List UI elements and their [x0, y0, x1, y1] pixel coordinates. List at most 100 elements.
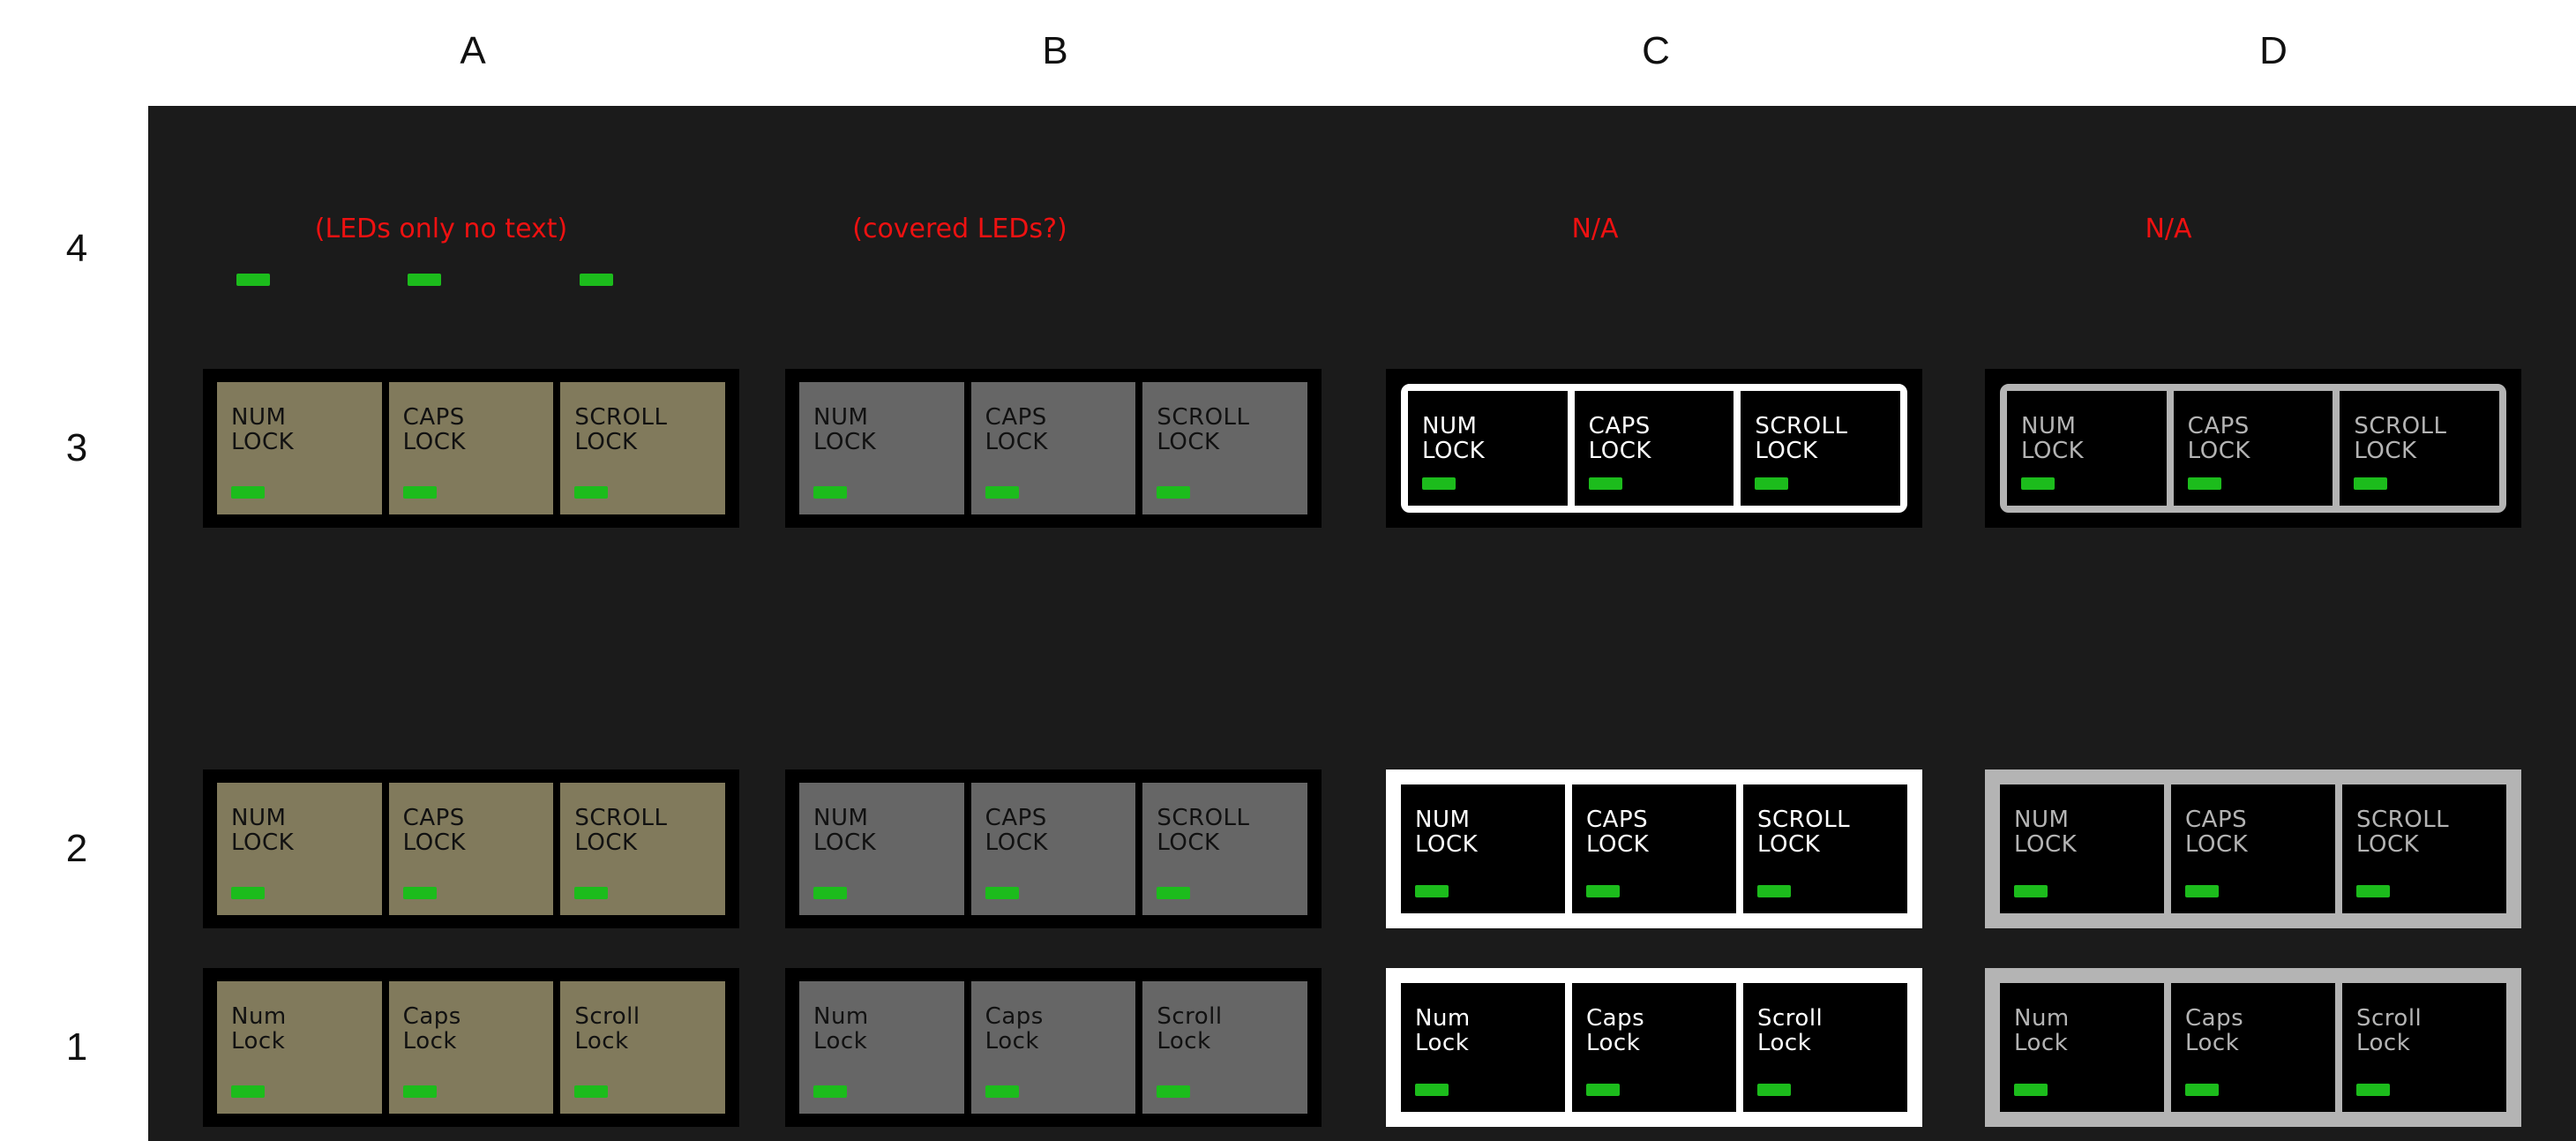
num-lock-label: NUM LOCK: [2021, 413, 2085, 464]
led-indicator: [1755, 477, 1789, 490]
led-indicator: [231, 486, 265, 499]
indicator-strip: Num Lock Caps Lock Scroll Lock: [217, 981, 726, 1114]
caps-lock-label: CAPS LOCK: [2187, 413, 2250, 464]
indicator-group-d3: NUM LOCK CAPS LOCK SCROLL LOCK: [1985, 369, 2521, 528]
scroll-lock-indicator: SCROLL LOCK: [560, 382, 726, 514]
led-indicator: [1157, 1085, 1191, 1098]
led-indicator: [2014, 1084, 2048, 1096]
indicator-group-b1: Num Lock Caps Lock Scroll Lock: [785, 968, 1322, 1127]
scroll-lock-indicator: Scroll Lock: [1142, 981, 1308, 1114]
scroll-lock-label: SCROLL LOCK: [574, 404, 668, 455]
led-indicator: [1757, 1084, 1791, 1096]
note-c: N/A: [1571, 214, 1619, 244]
num-lock-indicator: NUM LOCK: [2007, 391, 2167, 506]
led-indicator: [2187, 477, 2221, 490]
num-lock-label: NUM LOCK: [1415, 807, 1479, 858]
num-lock-label: Num Lock: [231, 1003, 287, 1055]
led-indicator: [2021, 477, 2055, 490]
indicator-group-a2: NUM LOCK CAPS LOCK SCROLL LOCK: [203, 769, 739, 928]
indicator-strip: Num Lock Caps Lock Scroll Lock: [1401, 983, 1907, 1112]
num-lock-indicator: NUM LOCK: [217, 783, 382, 915]
led-indicator: [574, 1085, 609, 1098]
led-indicator: [1757, 885, 1791, 897]
num-lock-label: NUM LOCK: [2014, 807, 2078, 858]
column-header-d: D: [2259, 29, 2288, 72]
scroll-lock-label: SCROLL LOCK: [2356, 807, 2450, 858]
scroll-lock-label: Scroll Lock: [2356, 1005, 2422, 1056]
caps-lock-label: Caps Lock: [1586, 1005, 1645, 1056]
scroll-lock-indicator: SCROLL LOCK: [560, 783, 726, 915]
scroll-lock-label: Scroll Lock: [1157, 1003, 1223, 1055]
num-lock-label: NUM LOCK: [813, 404, 877, 455]
led-indicator: [813, 1085, 847, 1098]
indicator-group-b2: NUM LOCK CAPS LOCK SCROLL LOCK: [785, 769, 1322, 928]
scroll-lock-label: SCROLL LOCK: [2354, 413, 2447, 464]
scroll-lock-indicator: Scroll Lock: [560, 981, 726, 1114]
led-indicator: [2185, 1084, 2219, 1096]
caps-lock-label: Caps Lock: [2185, 1005, 2244, 1056]
caps-lock-indicator: Caps Lock: [2171, 983, 2335, 1112]
indicator-group-c1: Num Lock Caps Lock Scroll Lock: [1386, 968, 1922, 1127]
led-indicator: [574, 486, 609, 499]
caps-lock-indicator: CAPS LOCK: [388, 382, 554, 514]
caps-lock-indicator: CAPS LOCK: [388, 783, 554, 915]
num-lock-indicator: NUM LOCK: [217, 382, 382, 514]
note-d: N/A: [2145, 214, 2192, 244]
num-lock-indicator: Num Lock: [2000, 983, 2164, 1112]
led-indicator: [1586, 885, 1620, 897]
caps-lock-indicator: CAPS LOCK: [2171, 784, 2335, 913]
caps-lock-label: CAPS LOCK: [1586, 807, 1650, 858]
led-indicator: [985, 486, 1019, 499]
indicator-group-c3: NUM LOCK CAPS LOCK SCROLL LOCK: [1386, 369, 1922, 528]
caps-lock-label: CAPS LOCK: [402, 404, 466, 455]
scroll-lock-indicator: SCROLL LOCK: [2342, 784, 2506, 913]
note-b: (covered LEDs?): [852, 214, 1067, 244]
indicator-group-d1: Num Lock Caps Lock Scroll Lock: [1985, 968, 2521, 1127]
num-lock-label: NUM LOCK: [1422, 413, 1486, 464]
indicator-strip: NUM LOCK CAPS LOCK SCROLL LOCK: [799, 382, 1308, 514]
caps-lock-label: CAPS LOCK: [2185, 807, 2249, 858]
led-indicator: [985, 887, 1019, 899]
caps-lock-label: Caps Lock: [985, 1003, 1044, 1055]
led-indicator: [1415, 885, 1449, 897]
indicator-strip: NUM LOCK CAPS LOCK SCROLL LOCK: [2000, 784, 2506, 913]
led-indicator: [236, 274, 270, 286]
row-label-3: 3: [65, 426, 88, 469]
led-indicator: [1157, 887, 1191, 899]
led-indicator: [580, 274, 613, 286]
num-lock-label: Num Lock: [2014, 1005, 2070, 1056]
scroll-lock-indicator: SCROLL LOCK: [1734, 391, 1901, 506]
note-a: (LEDs only no text): [314, 214, 568, 244]
indicator-strip: NUM LOCK CAPS LOCK SCROLL LOCK: [2000, 384, 2506, 513]
column-header-a: A: [460, 29, 486, 72]
led-indicator: [402, 1085, 437, 1098]
num-lock-label: Num Lock: [1415, 1005, 1471, 1056]
led-indicator: [2354, 477, 2388, 490]
indicator-group-b3: NUM LOCK CAPS LOCK SCROLL LOCK: [785, 369, 1322, 528]
led-indicator: [402, 887, 437, 899]
column-header-c: C: [1642, 29, 1670, 72]
num-lock-label: NUM LOCK: [231, 805, 295, 856]
indicator-strip: NUM LOCK CAPS LOCK SCROLL LOCK: [1401, 384, 1907, 513]
led-indicator: [574, 887, 609, 899]
led-indicator: [1422, 477, 1456, 490]
scroll-lock-label: SCROLL LOCK: [1755, 413, 1848, 464]
caps-lock-indicator: CAPS LOCK: [970, 382, 1136, 514]
caps-lock-indicator: Caps Lock: [1572, 983, 1736, 1112]
scroll-lock-indicator: SCROLL LOCK: [1743, 784, 1907, 913]
num-lock-label: NUM LOCK: [231, 404, 295, 455]
caps-lock-indicator: Caps Lock: [970, 981, 1136, 1114]
led-indicator: [402, 486, 437, 499]
scroll-lock-indicator: SCROLL LOCK: [2333, 391, 2500, 506]
row-label-2: 2: [65, 827, 88, 870]
indicator-strip: Num Lock Caps Lock Scroll Lock: [799, 981, 1308, 1114]
caps-lock-indicator: Caps Lock: [388, 981, 554, 1114]
num-lock-indicator: NUM LOCK: [2000, 784, 2164, 913]
indicator-strip: NUM LOCK CAPS LOCK SCROLL LOCK: [1401, 784, 1907, 913]
led-indicator: [231, 887, 265, 899]
num-lock-indicator: Num Lock: [799, 981, 964, 1114]
scroll-lock-indicator: SCROLL LOCK: [1142, 382, 1308, 514]
num-lock-indicator: Num Lock: [217, 981, 382, 1114]
scroll-lock-label: Scroll Lock: [1757, 1005, 1823, 1056]
scroll-lock-label: SCROLL LOCK: [1157, 805, 1250, 856]
